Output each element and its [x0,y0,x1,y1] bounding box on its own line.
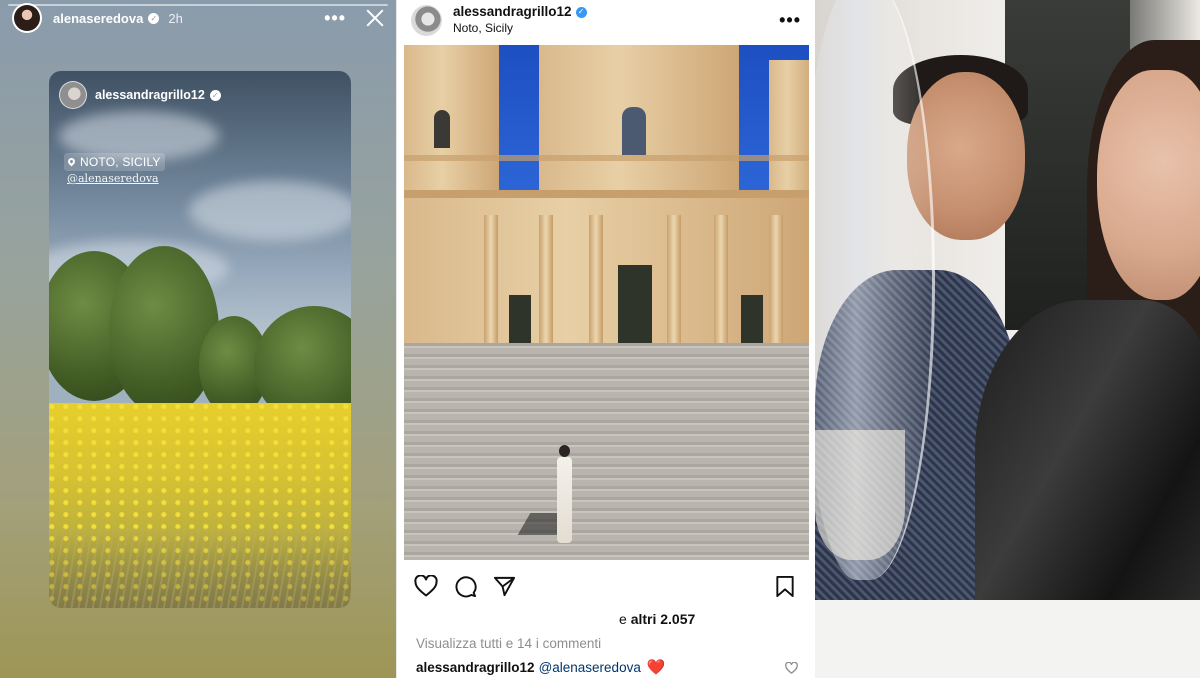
column [714,215,728,345]
cornice [404,155,809,161]
column [769,215,783,345]
figure-head [559,445,570,457]
post-image[interactable] [404,45,809,560]
location-pin-icon [66,156,77,167]
shared-post-header[interactable]: alessandragrillo12 ✓ [59,81,221,109]
cathedral-steps [404,343,809,560]
post-header: alessandragrillo12 ✓ Noto, Sicily ••• [411,3,801,37]
post-names: alessandragrillo12 ✓ Noto, Sicily [453,4,587,36]
verified-badge-icon: ✓ [209,89,221,101]
view-comments-link[interactable]: Visualizza tutti e 14 i commenti [416,636,601,651]
avatar-image [14,5,40,31]
post-username[interactable]: alessandragrillo12 [453,4,572,19]
verified-badge-icon: ✓ [575,6,587,18]
story-viewer: alenaseredova ✓ 2h ••• alessandragrillo1… [0,0,396,678]
bookmark-icon[interactable] [775,575,795,598]
story-username[interactable]: alenaseredova [53,11,143,26]
verified-badge-icon: ✓ [148,12,160,24]
caption-like-icon[interactable] [785,661,798,678]
caption-username[interactable]: alessandragrillo12 [416,660,535,675]
column [667,215,681,345]
column [484,215,498,345]
selfie-photo [815,0,1200,678]
column [539,215,553,345]
figure-body [557,457,572,543]
story-header: alenaseredova ✓ 2h ••• [12,2,386,34]
post-actions [414,572,795,600]
more-options-icon[interactable]: ••• [324,8,346,29]
location-sticker[interactable]: NOTO, SICILY [64,153,165,171]
shared-post-avatar [59,81,87,109]
likes-prefix: e [619,611,631,627]
post-username-row[interactable]: alessandragrillo12 ✓ [453,4,587,20]
share-icon[interactable] [493,575,516,598]
person-figure [556,445,572,545]
post-location[interactable]: Noto, Sicily [453,20,587,36]
rose-window [622,107,646,155]
cathedral-facade [404,45,809,345]
close-icon[interactable] [364,7,386,29]
tower-window [434,110,450,148]
mention-sticker[interactable]: @alenaseredova [67,172,159,185]
red-heart-emoji: ❤️ [646,659,666,676]
side-door [741,295,763,345]
post-caption: alessandragrillo12 @alenaseredova ❤️ [416,658,666,676]
likes-count[interactable]: e altri 2.057 [619,611,695,627]
main-door [618,265,652,345]
story-timestamp: 2h [168,10,183,26]
wine-in-glass [815,430,905,560]
caption-mention[interactable]: @alenaseredova [539,660,641,675]
likes-others[interactable]: altri 2.057 [631,611,696,627]
table-surface [815,600,1200,678]
woman-jacket [975,300,1200,640]
shared-post-card[interactable]: alessandragrillo12 ✓ NOTO, SICILY @alena… [49,71,351,608]
more-options-icon[interactable]: ••• [779,10,801,31]
cloud [189,181,351,241]
column [589,215,603,345]
comment-icon[interactable] [454,575,477,598]
grass-foreground [49,528,351,608]
location-sticker-text: NOTO, SICILY [80,155,161,169]
shared-post-username: alessandragrillo12 [95,88,205,102]
post-avatar[interactable] [411,4,442,36]
feed-post: alessandragrillo12 ✓ Noto, Sicily ••• e … [396,0,815,678]
cornice [404,190,809,198]
story-avatar[interactable] [12,3,42,33]
like-icon[interactable] [414,575,438,597]
side-door [509,295,531,345]
